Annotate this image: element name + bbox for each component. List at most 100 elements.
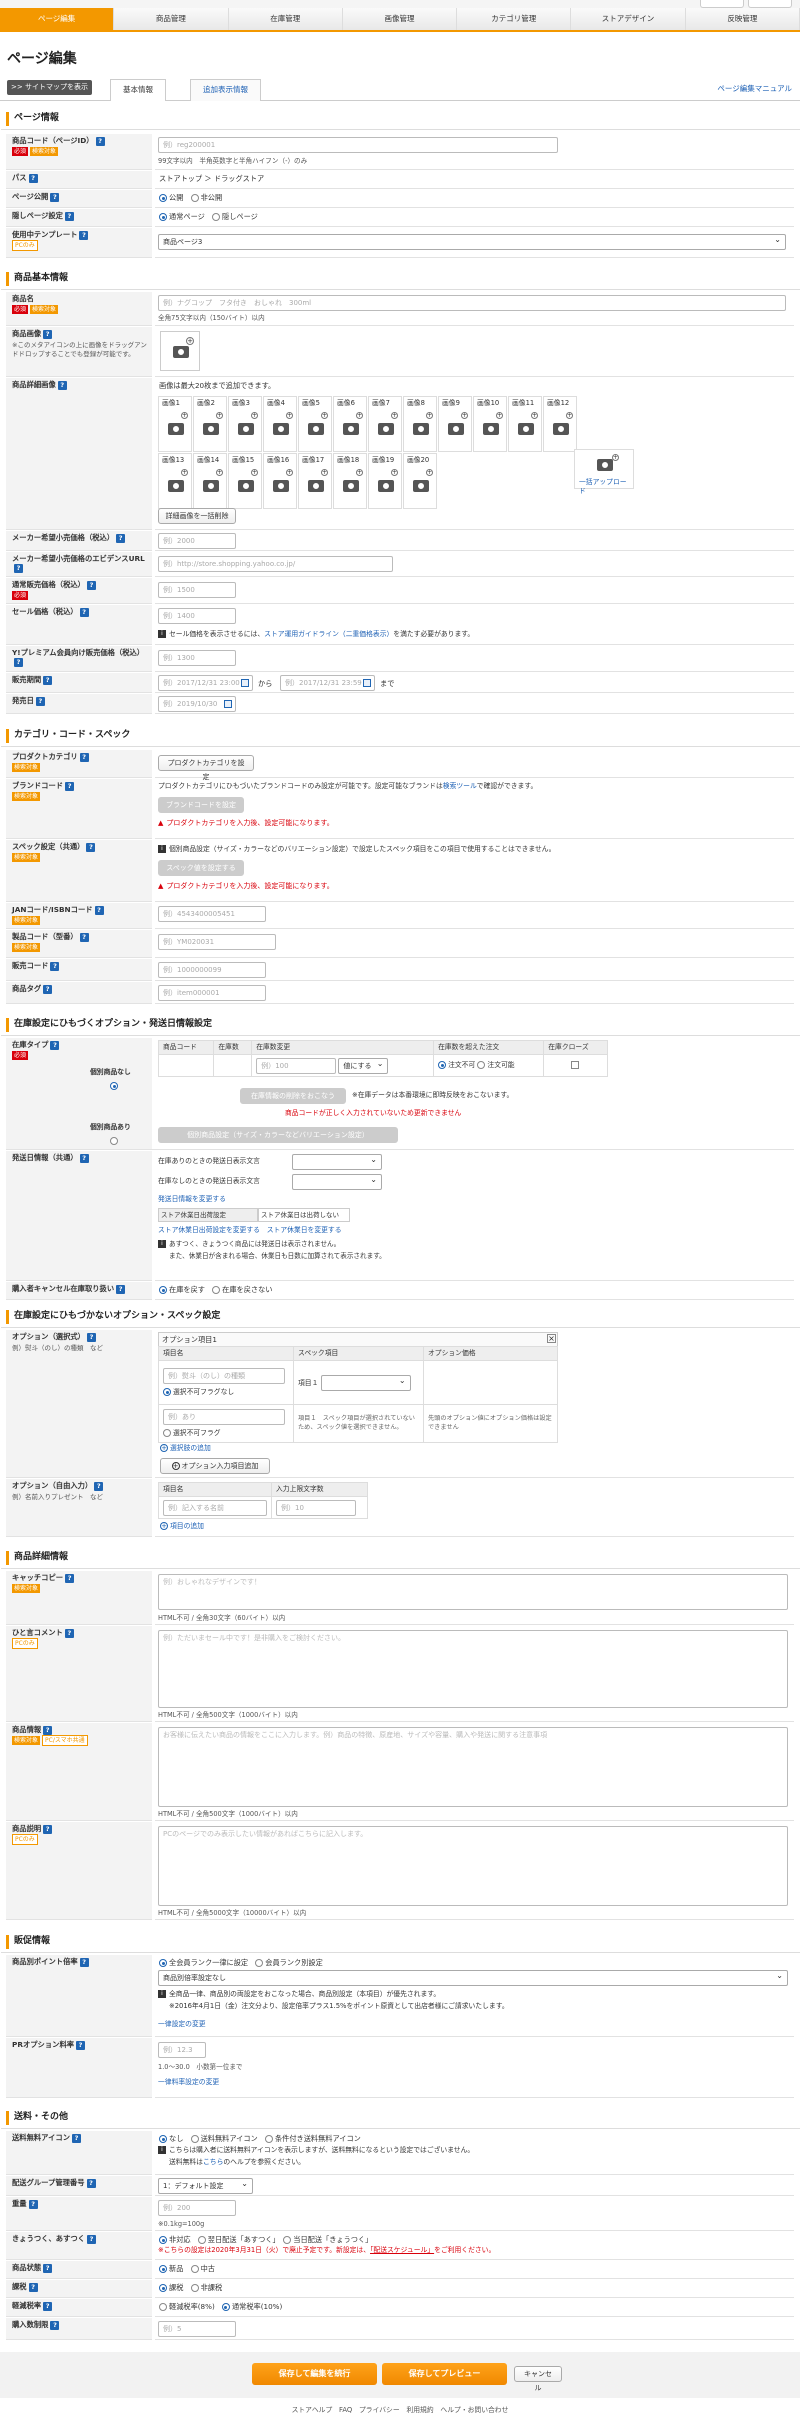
pr-change-link[interactable]: 一律料率設定の変更 [158, 2078, 219, 2087]
holiday-link-2[interactable]: ストア休業日を変更する [267, 1226, 342, 1234]
name-input[interactable]: 例）ナグコップ フタ付き おしゃれ 300ml [158, 295, 786, 311]
sitemap-button[interactable]: >> サイトマップを表示 [7, 80, 92, 95]
asu-schedule-link[interactable]: 「配送スケジュール」 [370, 2246, 434, 2254]
detail-image-slot[interactable]: 画像11 + [508, 396, 542, 452]
help-icon[interactable]: ? [28, 2282, 38, 2292]
help-icon[interactable]: ? [28, 173, 38, 183]
add-item-link[interactable]: + 項目の追加 [160, 1522, 204, 1531]
help-icon[interactable]: ? [79, 932, 89, 942]
product-image-upload[interactable]: + [160, 331, 200, 371]
option-name-input[interactable]: 例）熨斗（のし）の種類 [163, 1368, 285, 1385]
help-icon[interactable]: ? [35, 696, 45, 706]
spec-button[interactable]: スペック値を設定する [158, 860, 244, 876]
hidden-radio-normal[interactable] [159, 213, 167, 221]
calendar-icon[interactable] [241, 679, 249, 687]
help-icon[interactable]: ? [50, 2320, 60, 2330]
detail-image-slot[interactable]: 画像19 + [368, 453, 402, 509]
help-icon[interactable]: ? [65, 781, 75, 791]
detail-image-slot[interactable]: 画像7 + [368, 396, 402, 452]
help-icon[interactable]: ? [43, 1725, 53, 1735]
nav-publish[interactable]: 反映管理 [685, 8, 800, 30]
help-icon[interactable]: ? [94, 905, 104, 915]
add-choice-link[interactable]: + 選択肢の追加 [160, 1444, 211, 1453]
holiday-tab-2[interactable]: ストア休業日は出荷しない [258, 1208, 350, 1222]
model-input[interactable]: 例）YM020031 [158, 934, 276, 950]
desc-textarea[interactable]: PCのページでのみ表示したい情報があればこちらに記入します。 [158, 1826, 788, 1906]
help-icon[interactable]: ? [79, 230, 89, 240]
help-icon[interactable]: ? [116, 1284, 126, 1294]
manual-link[interactable]: ページ編集マニュアル [717, 84, 792, 94]
stock-has-radio[interactable] [110, 1137, 118, 1145]
stock-close-checkbox[interactable] [570, 1061, 579, 1070]
help-icon[interactable]: ? [65, 1573, 75, 1583]
point-select[interactable]: 商品別倍率設定なし [158, 1969, 788, 1986]
rate-radio-reduced[interactable] [159, 2303, 167, 2311]
tax-radio-no[interactable] [190, 2284, 199, 2292]
help-icon[interactable]: ? [14, 658, 23, 668]
tax-radio-yes[interactable] [159, 2284, 167, 2292]
detail-image-slot[interactable]: 画像14 + [193, 453, 227, 509]
help-icon[interactable]: ? [86, 842, 96, 852]
sale-price-input[interactable]: 例）1400 [158, 608, 236, 624]
bulk-upload-button[interactable]: + 一括アップロード [574, 449, 634, 495]
help-icon[interactable]: ? [86, 580, 96, 590]
nav-page-edit[interactable]: ページ編集 [0, 8, 115, 30]
nav-category[interactable]: カテゴリ管理 [457, 8, 572, 30]
detail-image-slot[interactable]: 画像6 + [333, 396, 367, 452]
pr-input[interactable]: 例）12.3 [158, 2042, 206, 2058]
help-icon[interactable]: ? [95, 136, 105, 146]
calendar-icon[interactable] [224, 700, 232, 708]
detail-image-slot[interactable]: 画像8 + [403, 396, 437, 452]
detail-image-slot[interactable]: 画像10 + [473, 396, 507, 452]
weight-input[interactable]: 例）200 [158, 2200, 236, 2216]
help-icon[interactable]: ? [43, 675, 53, 685]
help-icon[interactable]: ? [76, 2040, 86, 2050]
catch-textarea[interactable]: 例）おしゃれなデザインです！ [158, 1574, 788, 1610]
help-icon[interactable]: ? [79, 752, 89, 762]
tag-input[interactable]: 例）item000001 [158, 985, 266, 1001]
maker-price-input[interactable]: 例）2000 [158, 533, 236, 549]
add-option-button[interactable]: + オプション入力項目追加 [160, 1458, 270, 1474]
footer-links[interactable]: ストアヘルプ FAQ プライバシー 利用規約 ヘルプ・お問い合わせ [0, 2406, 800, 2415]
help-icon[interactable]: ? [43, 329, 53, 339]
calendar-icon[interactable] [363, 679, 371, 687]
close-icon[interactable]: × [547, 1334, 556, 1343]
detail-image-slot[interactable]: 画像15 + [228, 453, 262, 509]
free-len-input[interactable]: 例）10 [276, 1499, 356, 1516]
help-icon[interactable]: ? [14, 564, 23, 574]
nav-product[interactable]: 商品管理 [114, 8, 229, 30]
top-logout-button[interactable] [748, 0, 792, 8]
template-select[interactable]: 商品ページ3 [158, 233, 786, 250]
ship-out-select[interactable] [292, 1173, 382, 1190]
stock-change-input[interactable]: 例）100 [256, 1057, 337, 1074]
help-icon[interactable]: ? [86, 2178, 96, 2188]
help-icon[interactable]: ? [64, 211, 74, 221]
variation-button[interactable]: 個別商品設定（サイズ・カラーなどバリエーション設定） [158, 1127, 398, 1143]
jan-input[interactable]: 例）4543400005451 [158, 906, 266, 922]
detail-image-slot[interactable]: 画像3 + [228, 396, 262, 452]
free-name-input[interactable]: 例）記入する名前 [163, 1499, 267, 1516]
detail-image-slot[interactable]: 画像17 + [298, 453, 332, 509]
brand-button[interactable]: ブランドコードを設定 [158, 797, 244, 813]
help-icon[interactable]: ? [50, 1040, 60, 1050]
over-radio-yes[interactable] [477, 1061, 486, 1070]
detail-image-slot[interactable]: 画像1 + [158, 396, 192, 452]
cancel-radio-keep[interactable] [212, 1286, 221, 1294]
detail-image-slot[interactable]: 画像16 + [263, 453, 297, 509]
help-icon[interactable]: ? [79, 1957, 89, 1967]
nav-design[interactable]: ストアデザイン [571, 8, 686, 30]
hidden-radio-hidden[interactable] [212, 213, 220, 221]
detail-image-slot[interactable]: 画像12 + [543, 396, 577, 452]
normal-price-input[interactable]: 例）1500 [158, 582, 236, 598]
detail-image-slot[interactable]: 画像13 + [158, 453, 192, 509]
comment-textarea[interactable]: 例）ただいまセール中です！是非購入をご検討ください。 [158, 1630, 788, 1708]
point-radio-all[interactable] [159, 1959, 167, 1967]
tab-basic[interactable]: 基本情報 [110, 79, 166, 101]
help-icon[interactable]: ? [64, 1628, 74, 1638]
detail-image-slot[interactable]: 画像18 + [333, 453, 367, 509]
ship-icon-radio-none[interactable] [159, 2135, 167, 2143]
option-value-input[interactable]: 例）あり [163, 1409, 285, 1426]
help-icon[interactable]: ? [57, 380, 67, 390]
detail-image-slot[interactable]: 画像4 + [263, 396, 297, 452]
stock-delete-button[interactable]: 在庫情報の削除をおこなう [240, 1088, 346, 1104]
